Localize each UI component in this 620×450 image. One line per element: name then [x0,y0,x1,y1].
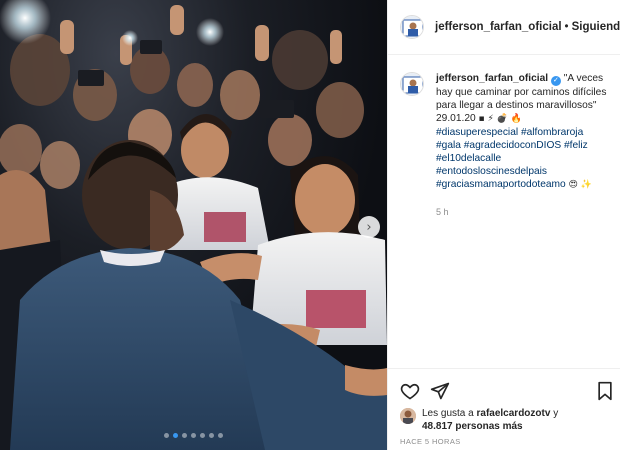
post-side-panel: jefferson_farfan_oficial • Siguiendo jef… [387,0,620,450]
liker-avatar-image [400,408,416,424]
following-button[interactable]: Siguiendo [572,21,620,33]
separator-dot: • [564,21,569,33]
bookmark-icon[interactable] [596,381,614,406]
caption-time-ago[interactable]: 5 h [436,206,615,219]
action-buttons [400,381,615,403]
avatar[interactable] [400,72,424,96]
carousel-dot-active [173,433,178,438]
hashtag-line[interactable]: #graciasmamaportodoteamo [436,179,566,190]
post-photo[interactable]: › [0,0,387,450]
caption-date-line: 29.01.20 ▪ ⚡ 💣 🔥 [436,112,615,126]
carousel-dot [191,433,196,438]
post-caption: jefferson_farfan_oficial ✓ "A veces hay … [400,72,615,219]
caption-username[interactable]: jefferson_farfan_oficial [436,73,548,84]
avatar-image [401,16,423,38]
liker-username[interactable]: rafaelcardozotv [477,408,551,419]
likes-count[interactable]: 48.817 personas más [422,421,523,432]
heart-icon[interactable] [400,381,420,406]
posted-timestamp[interactable]: HACE 5 HORAS [400,437,461,446]
chevron-right-icon: › [366,219,372,235]
caption-date-emojis: ▪ ⚡ 💣 🔥 [478,114,522,124]
hashtag-line[interactable]: #entodosloscinesdelpais [436,165,615,178]
post-actions-section: Les gusta a rafaelcardozotv y 48.817 per… [388,368,620,450]
avatar[interactable] [400,408,416,424]
crowd-photo [0,0,387,450]
caption-date: 29.01.20 [436,113,476,124]
carousel-dot [182,433,187,438]
hashtag-line[interactable]: #diasuperespecial #alfombraroja [436,126,615,139]
likes-prefix: Les gusta a [422,408,474,419]
likes-summary: Les gusta a rafaelcardozotv y 48.817 per… [400,407,582,433]
carousel-next-button[interactable]: › [358,216,380,238]
carousel-indicator [0,433,387,438]
verified-badge-icon: ✓ [550,76,561,86]
post-author-username[interactable]: jefferson_farfan_oficial [435,21,562,33]
carousel-dot [209,433,214,438]
likes-text: Les gusta a rafaelcardozotv y 48.817 per… [422,407,582,433]
paper-plane-icon[interactable] [430,381,450,406]
caption-end-emojis: 😍 ✨ [568,180,592,190]
carousel-dot [200,433,205,438]
caption-text: jefferson_farfan_oficial ✓ "A veces hay … [436,72,615,219]
hashtag-line[interactable]: #el10delacalle [436,152,615,165]
avatar[interactable] [400,15,424,39]
hashtag-line[interactable]: #gala #agradecidoconDIOS #feliz [436,139,615,152]
caption-last-line: #graciasmamaportodoteamo 😍 ✨ [436,178,615,192]
carousel-dot [164,433,169,438]
likes-connector: y [553,408,559,419]
carousel-dot [218,433,223,438]
avatar-image [401,73,423,95]
post-header: jefferson_farfan_oficial • Siguiendo [388,0,620,55]
